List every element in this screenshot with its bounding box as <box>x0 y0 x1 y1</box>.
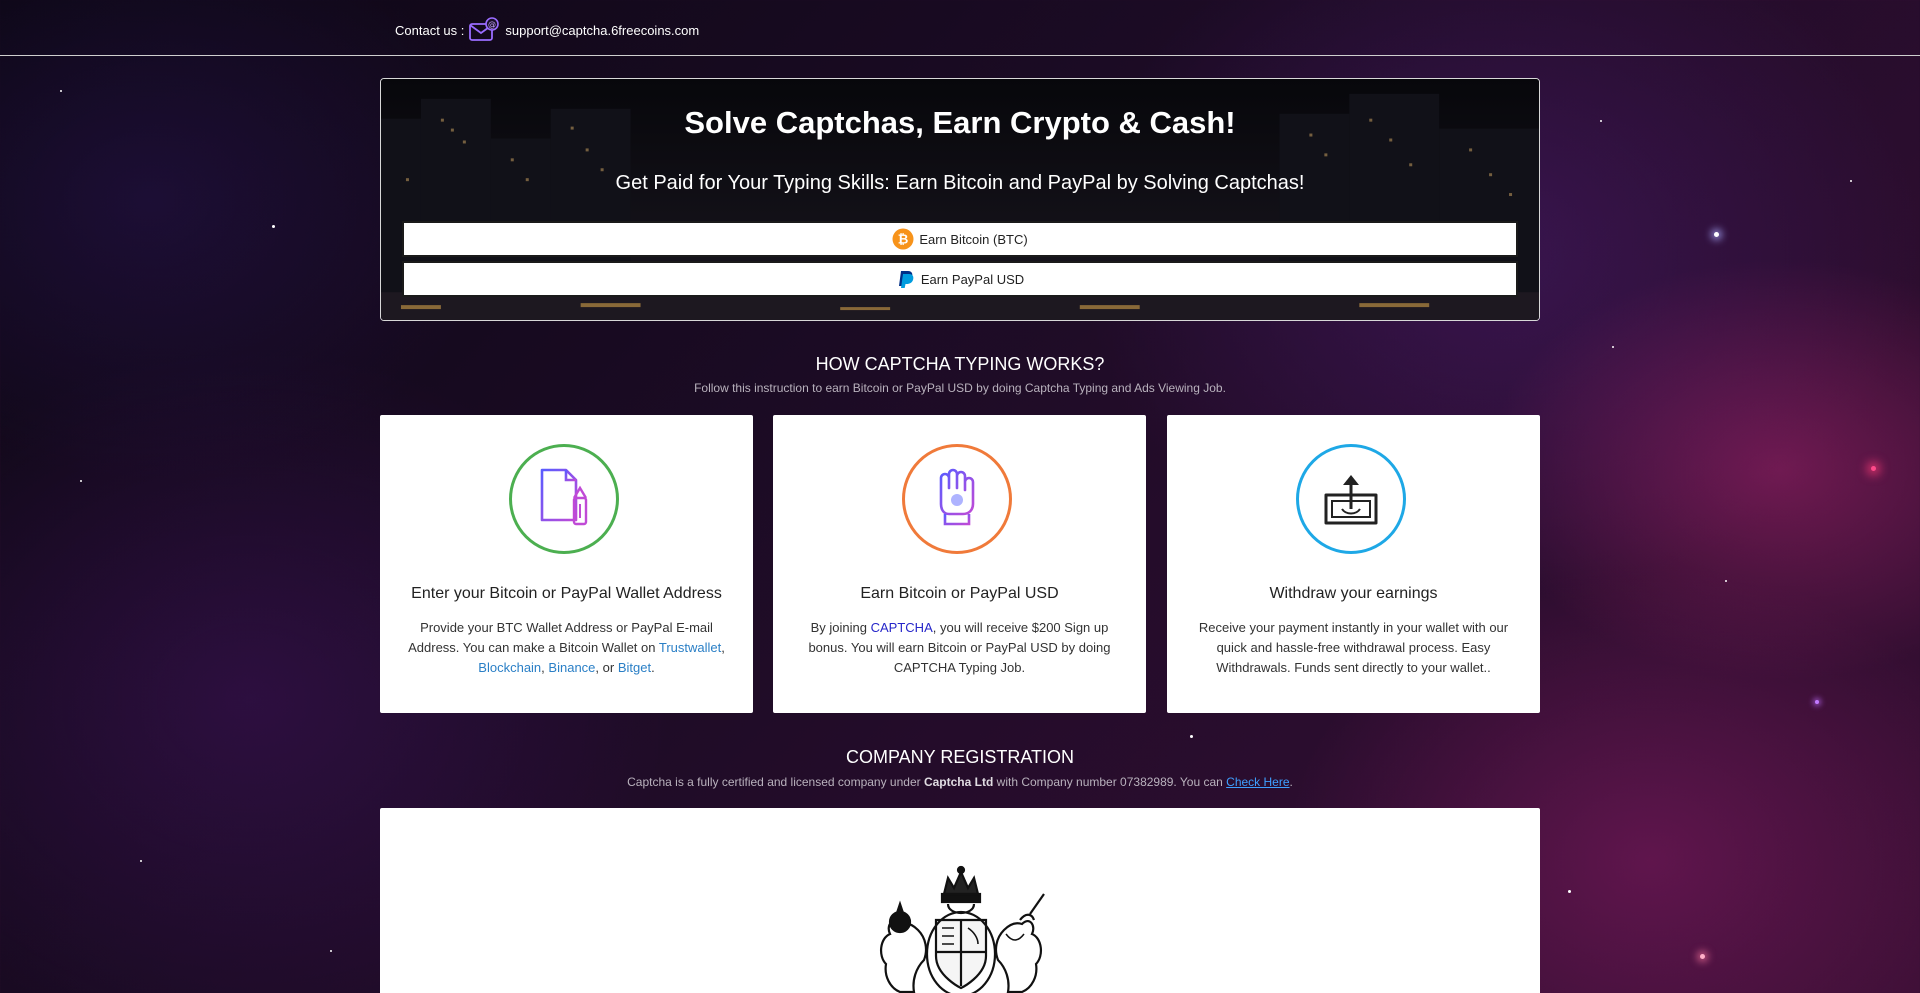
svg-text:₿: ₿ <box>898 233 909 248</box>
captcha-brand: CAPTCHA <box>870 620 933 635</box>
hero-subtitle: Get Paid for Your Typing Skills: Earn Bi… <box>615 172 1305 194</box>
how-it-works-title: HOW CAPTCHA TYPING WORKS? <box>815 354 1105 374</box>
step-card-text: By joining CAPTCHA, you will receive $20… <box>808 620 1111 675</box>
star <box>330 950 332 952</box>
registration-certificate <box>380 808 1540 993</box>
star <box>1190 735 1193 738</box>
how-it-works-subtitle: Follow this instruction to earn Bitcoin … <box>694 381 1226 395</box>
document-pencil-icon <box>509 444 619 554</box>
cash-upload-icon <box>1296 444 1406 554</box>
binance-link[interactable]: Binance <box>548 660 595 675</box>
bitcoin-icon: ₿ <box>892 228 914 250</box>
step-card-title: Withdraw your earnings <box>1269 585 1438 602</box>
star <box>80 480 82 482</box>
earn-bitcoin-button[interactable]: ₿ Earn Bitcoin (BTC) <box>402 221 1518 257</box>
star <box>1815 700 1819 704</box>
blockchain-link[interactable]: Blockchain <box>478 660 541 675</box>
contact-label: Contact us : <box>395 22 465 38</box>
hand-coin-icon <box>902 444 1012 554</box>
registration-subtitle: Captcha is a fully certified and license… <box>627 775 1293 789</box>
star <box>1714 232 1719 237</box>
registration-title: COMPANY REGISTRATION <box>845 747 1075 767</box>
earn-bitcoin-label: Earn Bitcoin (BTC) <box>919 231 1028 247</box>
earn-paypal-label: Earn PayPal USD <box>920 271 1025 287</box>
hero-banner: Solve Captchas, Earn Crypto & Cash! Get … <box>380 78 1540 321</box>
step-card-withdraw: Withdraw your earnings Receive your paym… <box>1167 415 1540 713</box>
envelope-icon: @ <box>469 17 500 43</box>
star <box>140 860 142 862</box>
hero-title: Solve Captchas, Earn Crypto & Cash! <box>684 105 1236 140</box>
paypal-icon <box>896 269 916 289</box>
star <box>1871 466 1876 471</box>
step-card-title: Earn Bitcoin or PayPal USD <box>860 585 1059 602</box>
royal-coat-of-arms-image <box>880 865 1045 993</box>
star <box>1850 180 1852 182</box>
svg-text:@: @ <box>488 20 496 29</box>
step-card-earn: Earn Bitcoin or PayPal USD By joining CA… <box>773 415 1146 713</box>
trustwallet-link[interactable]: Trustwallet <box>659 640 721 655</box>
step-card-text: Provide your BTC Wallet Address or PayPa… <box>408 620 725 675</box>
star <box>1568 890 1571 893</box>
star <box>1600 120 1602 122</box>
star <box>1700 954 1705 959</box>
check-here-link[interactable]: Check Here <box>1226 775 1289 789</box>
step-card-title: Enter your Bitcoin or PayPal Wallet Addr… <box>411 585 722 602</box>
star <box>1725 580 1727 582</box>
step-card-text: Receive your payment instantly in your w… <box>1198 620 1509 675</box>
step-card-wallet: Enter your Bitcoin or PayPal Wallet Addr… <box>380 415 753 713</box>
company-name: Captcha Ltd <box>923 775 994 789</box>
bitget-link[interactable]: Bitget <box>618 660 651 675</box>
star <box>272 225 275 228</box>
top-bar: Contact us : @ support@captcha.6freecoin… <box>0 0 1920 56</box>
contact-email[interactable]: support@captcha.6freecoins.com <box>505 23 699 38</box>
earn-paypal-button[interactable]: Earn PayPal USD <box>402 261 1518 297</box>
star <box>1612 346 1614 348</box>
contact-info: Contact us : @ support@captcha.6freecoin… <box>395 17 699 43</box>
star <box>60 90 62 92</box>
